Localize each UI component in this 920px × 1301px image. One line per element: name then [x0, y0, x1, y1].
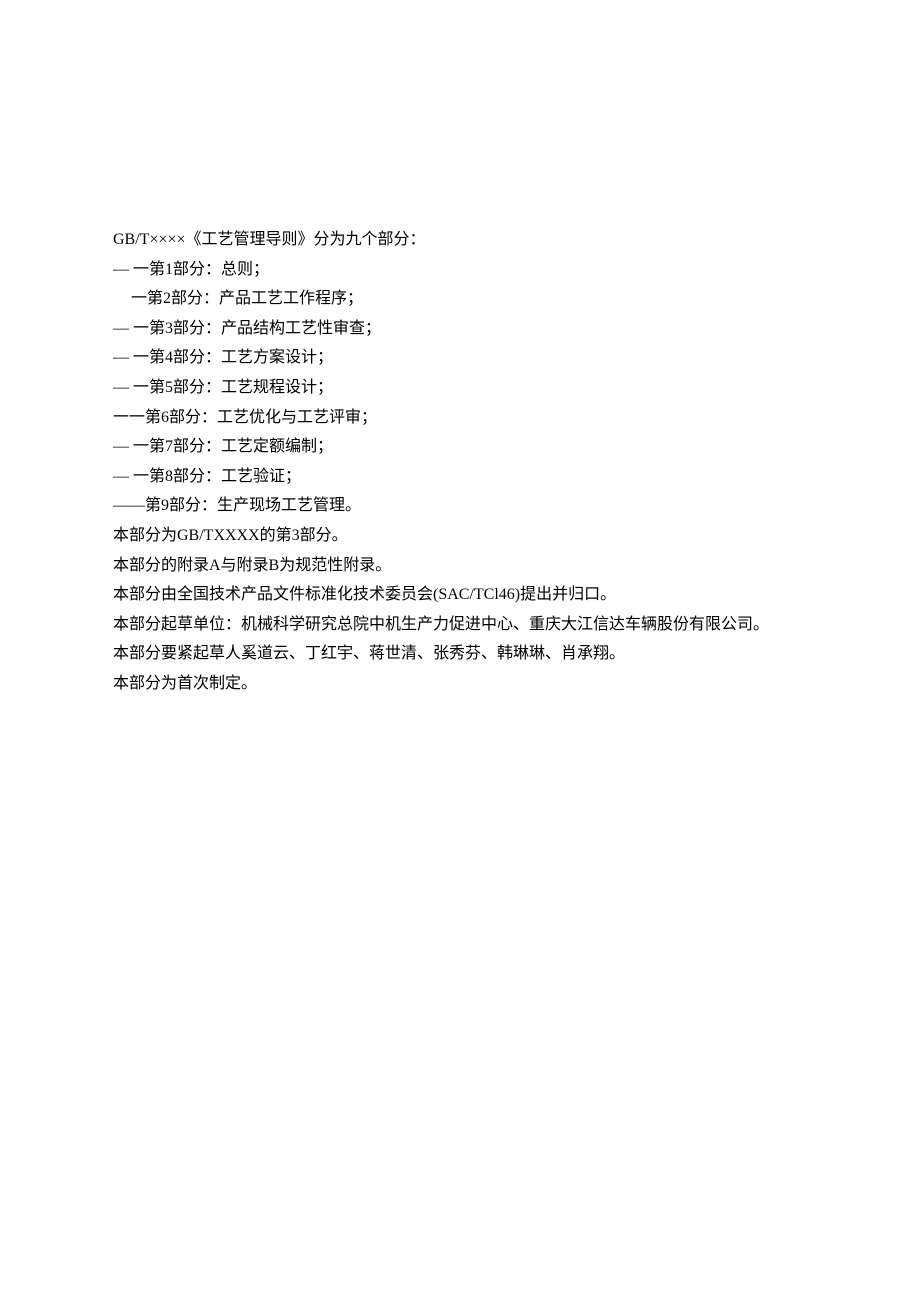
text-line: 本部分要紧起草人奚道云、丁红宇、蒋世清、张秀芬、韩琳琳、肖承翔。	[113, 639, 807, 669]
text-line: GB/T××××《工艺管理导则》分为九个部分：	[113, 225, 807, 255]
text-line: — 一第7部分：工艺定额编制；	[113, 432, 807, 462]
text-line: — 一第3部分：产品结构工艺性审查；	[113, 314, 807, 344]
text-line: — 一第1部分：总则；	[113, 255, 807, 285]
text-line: 本部分起草单位：机械科学研究总院中机生产力促进中心、重庆大江信达车辆股份有限公司…	[113, 610, 807, 640]
text-line: ——第9部分：生产现场工艺管理。	[113, 491, 807, 521]
text-line: 本部分为GB/TXXXX的第3部分。	[113, 521, 807, 551]
text-line: — 一第8部分：工艺验证；	[113, 462, 807, 492]
text-line: — 一第4部分：工艺方案设计；	[113, 343, 807, 373]
text-line: 本部分为首次制定。	[113, 669, 807, 699]
text-line: 一一第6部分：工艺优化与工艺评审；	[113, 403, 807, 433]
text-line: 一第2部分：产品工艺工作程序；	[113, 284, 807, 314]
text-line: 本部分由全国技术产品文件标准化技术委员会(SAC/TCl46)提出并归口。	[113, 580, 807, 610]
text-line: — 一第5部分：工艺规程设计；	[113, 373, 807, 403]
document-body: GB/T××××《工艺管理导则》分为九个部分： — 一第1部分：总则； 一第2部…	[113, 225, 807, 699]
text-line: 本部分的附录A与附录B为规范性附录。	[113, 551, 807, 581]
